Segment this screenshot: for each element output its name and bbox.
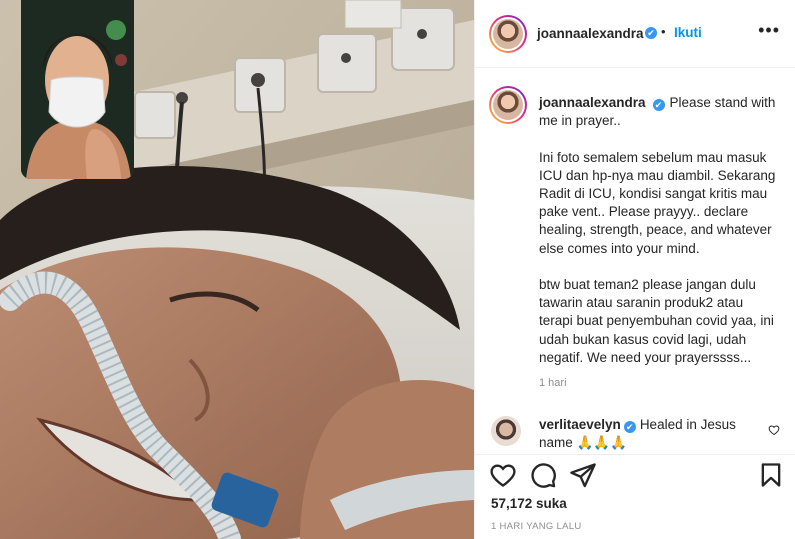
caption-author-username[interactable]: joannaalexandra: [539, 95, 646, 110]
post-photo[interactable]: [0, 0, 474, 539]
caption-text: joannaalexandra ✔ Please stand with me in …: [539, 94, 779, 367]
post-side-panel: joannaalexandra ✔ • Ikuti ••• joannaalex…: [474, 0, 795, 539]
likes-count[interactable]: 57,172 suka: [491, 496, 567, 511]
author-username[interactable]: joannaalexandra: [537, 26, 644, 41]
heart-icon[interactable]: [489, 461, 517, 489]
comment-text: verlitaevelyn ✔ Healed in Jesus name 🙏🙏🙏: [539, 416, 749, 452]
comment-like-heart-icon[interactable]: [768, 424, 780, 439]
paper-plane-icon[interactable]: [569, 461, 597, 489]
verified-badge-icon: ✔: [645, 27, 657, 39]
header-separator: •: [661, 24, 666, 39]
commenter-avatar[interactable]: [491, 416, 521, 446]
video-call-inset: [21, 0, 134, 179]
comment-bubble-icon[interactable]: [529, 461, 557, 489]
follow-button[interactable]: Ikuti: [674, 25, 702, 40]
commenter-username[interactable]: verlitaevelyn: [539, 417, 621, 432]
caption-timestamp[interactable]: 1 hari: [539, 377, 567, 389]
comment-item: verlitaevelyn ✔ Healed in Jesus name 🙏🙏🙏: [475, 404, 795, 454]
bookmark-icon[interactable]: [757, 461, 785, 489]
post-date[interactable]: 1 HARI YANG LALU: [491, 521, 582, 532]
post-header: joannaalexandra ✔ • Ikuti •••: [475, 0, 795, 68]
author-avatar[interactable]: [489, 15, 527, 53]
post-actions: 57,172 suka 1 HARI YANG LALU: [475, 454, 795, 539]
caption-section: joannaalexandra ✔ Please stand with me in …: [475, 68, 795, 404]
caption-body: Please stand with me in prayer.. Ini fot…: [539, 95, 776, 365]
more-options-icon[interactable]: •••: [758, 20, 780, 41]
caption-author-avatar[interactable]: [489, 86, 527, 124]
caller-face-image: [21, 0, 134, 179]
verified-badge-icon: ✔: [623, 421, 636, 433]
verified-badge-icon: ✔: [652, 99, 665, 111]
